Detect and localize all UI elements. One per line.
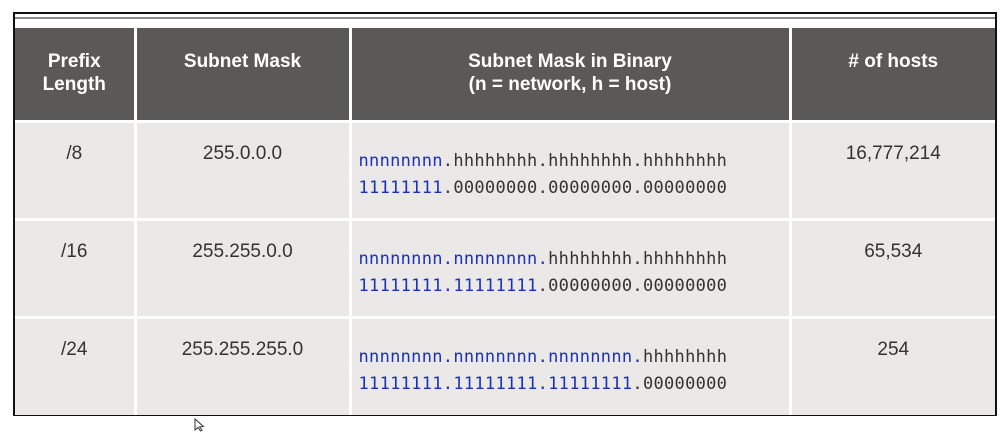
table-row: /8 255.0.0.0 nnnnnnnn.hhhhhhhh.hhhhhhhh.… <box>15 119 995 219</box>
pattern-network-bits: nnnnnnnn <box>358 150 443 171</box>
binary-host-bits: .00000000.00000000 <box>537 275 728 296</box>
binary-host-bits: .00000000.00000000.00000000 <box>442 177 728 198</box>
header-mask-line1: Subnet Mask <box>183 51 302 72</box>
header-subnet-mask-binary: Subnet Mask in Binary (n = network, h = … <box>350 28 792 121</box>
hosts-cell: 16,777,214 <box>790 119 995 219</box>
header-number-of-hosts: # of hosts <box>790 28 995 121</box>
header-prefix-line1: Prefix <box>47 51 101 72</box>
header-binary-line2: (n = network, h = host) <box>468 74 672 95</box>
top-rule <box>15 17 995 19</box>
header-prefix-length: Prefix Length <box>15 28 137 121</box>
mask-cell: 255.0.0.0 <box>135 119 352 219</box>
header-subnet-mask: Subnet Mask <box>135 28 352 121</box>
binary-network-bits: 11111111 <box>358 177 443 198</box>
mask-cell: 255.255.255.0 <box>135 315 352 415</box>
header-hosts-line1: # of hosts <box>848 51 939 72</box>
binary-cell: nnnnnnnn.nnnnnnnn.nnnnnnnn.hhhhhhhh 1111… <box>350 315 792 415</box>
binary-cell: nnnnnnnn.nnnnnnnn.hhhhhhhh.hhhhhhhh 1111… <box>350 217 792 317</box>
pattern-host-bits: .hhhhhhhh.hhhhhhhh.hhhhhhhh <box>442 150 728 171</box>
prefix-cell: /16 <box>15 217 137 317</box>
subnet-table-frame: Prefix Length Subnet Mask Subnet Mask in… <box>13 12 997 416</box>
binary-cell: nnnnnnnn.hhhhhhhh.hhhhhhhh.hhhhhhhh 1111… <box>350 119 792 219</box>
hosts-cell: 65,534 <box>790 217 995 317</box>
header-binary-line1: Subnet Mask in Binary <box>468 51 672 72</box>
binary-network-bits: 11111111.11111111.11111111 <box>358 373 633 394</box>
pattern-network-bits: nnnnnnnn.nnnnnnnn.nnnnnnnn. <box>358 346 643 367</box>
table-row: /24 255.255.255.0 nnnnnnnn.nnnnnnnn.nnnn… <box>15 315 995 415</box>
hosts-cell: 254 <box>790 315 995 415</box>
binary-host-bits: .00000000 <box>632 373 728 394</box>
subnet-mask-table: Prefix Length Subnet Mask Subnet Mask in… <box>15 28 995 415</box>
pattern-host-bits: hhhhhhhh <box>642 346 728 367</box>
header-row: Prefix Length Subnet Mask Subnet Mask in… <box>15 28 995 121</box>
binary-network-bits: 11111111.11111111 <box>358 275 538 296</box>
mask-cell: 255.255.0.0 <box>135 217 352 317</box>
header-prefix-line2: Length <box>42 74 106 95</box>
pattern-network-bits: nnnnnnnn.nnnnnnnn. <box>358 248 549 269</box>
prefix-cell: /8 <box>15 119 137 219</box>
pattern-host-bits: hhhhhhhh.hhhhhhhh <box>548 248 728 269</box>
prefix-cell: /24 <box>15 315 137 415</box>
table-row: /16 255.255.0.0 nnnnnnnn.nnnnnnnn.hhhhhh… <box>15 217 995 317</box>
